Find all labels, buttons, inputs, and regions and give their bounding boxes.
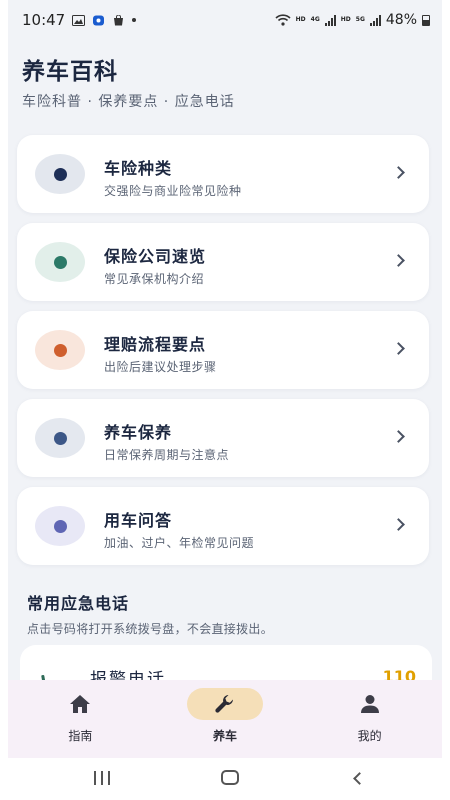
home-icon — [70, 695, 91, 713]
chevron-right-icon — [392, 430, 405, 443]
card-claim-process[interactable]: 理赔流程要点 出险后建议处理步骤 — [17, 311, 429, 389]
page-subtitle: 车险科普 · 保养要点 · 应急电话 — [22, 94, 235, 110]
wrench-icon — [215, 695, 233, 713]
nav-item-car-care[interactable]: 养车 — [153, 680, 298, 758]
nav-label: 指南 — [68, 729, 93, 743]
dot-icon — [53, 255, 67, 269]
card-icon-bg — [35, 242, 85, 282]
network-label-hd-2: HD — [340, 16, 351, 23]
nav-item-mine[interactable]: 我的 — [297, 680, 442, 758]
app-notification-icon — [93, 15, 105, 25]
bag-notification-icon — [114, 14, 124, 25]
emergency-section-title: 常用应急电话 — [27, 594, 130, 613]
nav-pill — [332, 688, 408, 720]
home-button-icon[interactable] — [221, 770, 239, 785]
wifi-icon — [275, 14, 291, 26]
battery-percent: 48% — [385, 12, 417, 28]
chevron-right-icon — [392, 166, 405, 179]
chevron-right-icon — [392, 518, 405, 531]
page-title: 养车百科 — [22, 59, 118, 85]
system-navigation-bar — [0, 758, 450, 800]
dot-icon — [53, 343, 67, 357]
nav-pill-active — [187, 688, 263, 720]
dot-icon — [53, 167, 67, 181]
emergency-section-note: 点击号码将打开系统拨号盘，不会直接拨出。 — [27, 622, 274, 636]
card-title: 车险种类 — [104, 159, 173, 178]
image-notification-icon — [72, 14, 86, 26]
card-title: 养车保养 — [104, 423, 173, 442]
card-car-faq[interactable]: 用车问答 加油、过户、年检常见问题 — [17, 487, 429, 565]
card-description: 日常保养周期与注意点 — [104, 448, 230, 462]
card-insurance-types[interactable]: 车险种类 交强险与商业险常见险种 — [17, 135, 429, 213]
card-icon-bg — [35, 154, 85, 194]
card-insurance-companies[interactable]: 保险公司速览 常见承保机构介绍 — [17, 223, 429, 301]
network-label-5g: 5G — [355, 16, 365, 23]
nav-pill — [42, 688, 118, 720]
status-bar: 10:47 HD 4G HD 5G 48% — [8, 0, 442, 40]
card-car-maintenance[interactable]: 养车保养 日常保养周期与注意点 — [17, 399, 429, 477]
dot-icon — [53, 519, 67, 533]
card-description: 加油、过户、年检常见问题 — [104, 536, 255, 550]
bottom-navigation: 指南 养车 我的 — [8, 680, 442, 758]
card-icon-bg — [35, 506, 85, 546]
back-icon[interactable] — [353, 772, 366, 785]
nav-label: 我的 — [357, 729, 382, 743]
card-icon-bg — [35, 418, 85, 458]
card-description: 出险后建议处理步骤 — [104, 360, 217, 374]
card-icon-bg — [35, 330, 85, 370]
person-icon — [360, 695, 379, 713]
network-label-hd: HD — [295, 16, 306, 23]
chevron-right-icon — [392, 254, 405, 267]
signal-icon-2 — [369, 14, 381, 26]
nav-item-guide[interactable]: 指南 — [8, 680, 153, 758]
card-title: 用车问答 — [104, 511, 173, 530]
network-label-4g: 4G — [310, 16, 320, 23]
status-time: 10:47 — [22, 11, 66, 29]
dot-icon — [53, 431, 67, 445]
more-notifications-icon — [132, 18, 137, 22]
card-title: 理赔流程要点 — [104, 335, 207, 354]
card-description: 交强险与商业险常见险种 — [104, 184, 242, 198]
nav-label: 养车 — [213, 729, 238, 743]
recent-apps-icon[interactable] — [94, 771, 110, 785]
chevron-right-icon — [392, 342, 405, 355]
card-title: 保险公司速览 — [104, 247, 207, 266]
battery-icon — [422, 14, 430, 26]
app-screen: 10:47 HD 4G HD 5G 48% 养车百科 车险科普 · 保养要点 ·… — [8, 0, 442, 758]
signal-icon — [324, 14, 336, 26]
card-description: 常见承保机构介绍 — [104, 272, 205, 286]
